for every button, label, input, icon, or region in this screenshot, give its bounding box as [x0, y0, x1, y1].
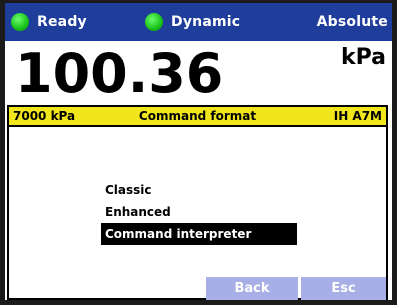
reference-status: Absolute [317, 3, 388, 41]
option-command-interpreter[interactable]: Command interpreter [101, 223, 297, 245]
command-format-dialog: Command format 7000 kPa IH A7M Classic E… [7, 105, 388, 300]
esc-button[interactable]: Esc [301, 277, 386, 300]
command-format-menu: Classic Enhanced Command interpreter [101, 179, 297, 245]
ready-label: Ready [37, 14, 87, 30]
back-button[interactable]: Back [206, 277, 298, 300]
ready-status: Ready [11, 3, 87, 41]
mode-indicator-icon [145, 13, 163, 31]
option-enhanced[interactable]: Enhanced [101, 201, 297, 223]
pressure-unit: kPa [340, 45, 386, 70]
dialog-header: Command format 7000 kPa IH A7M [9, 107, 386, 127]
option-classic[interactable]: Classic [101, 179, 297, 201]
mode-label: Dynamic [171, 14, 241, 30]
dialog-model: IH A7M [333, 109, 382, 123]
reference-label: Absolute [316, 14, 388, 30]
ready-indicator-icon [11, 13, 29, 31]
status-bar: Ready Dynamic Absolute [5, 3, 392, 41]
instrument-screen: Ready Dynamic Absolute 100.36 kPa Comman… [5, 3, 392, 300]
mode-status: Dynamic [145, 3, 240, 41]
pressure-reading: 100.36 [15, 42, 224, 105]
dialog-range: 7000 kPa [13, 109, 76, 123]
